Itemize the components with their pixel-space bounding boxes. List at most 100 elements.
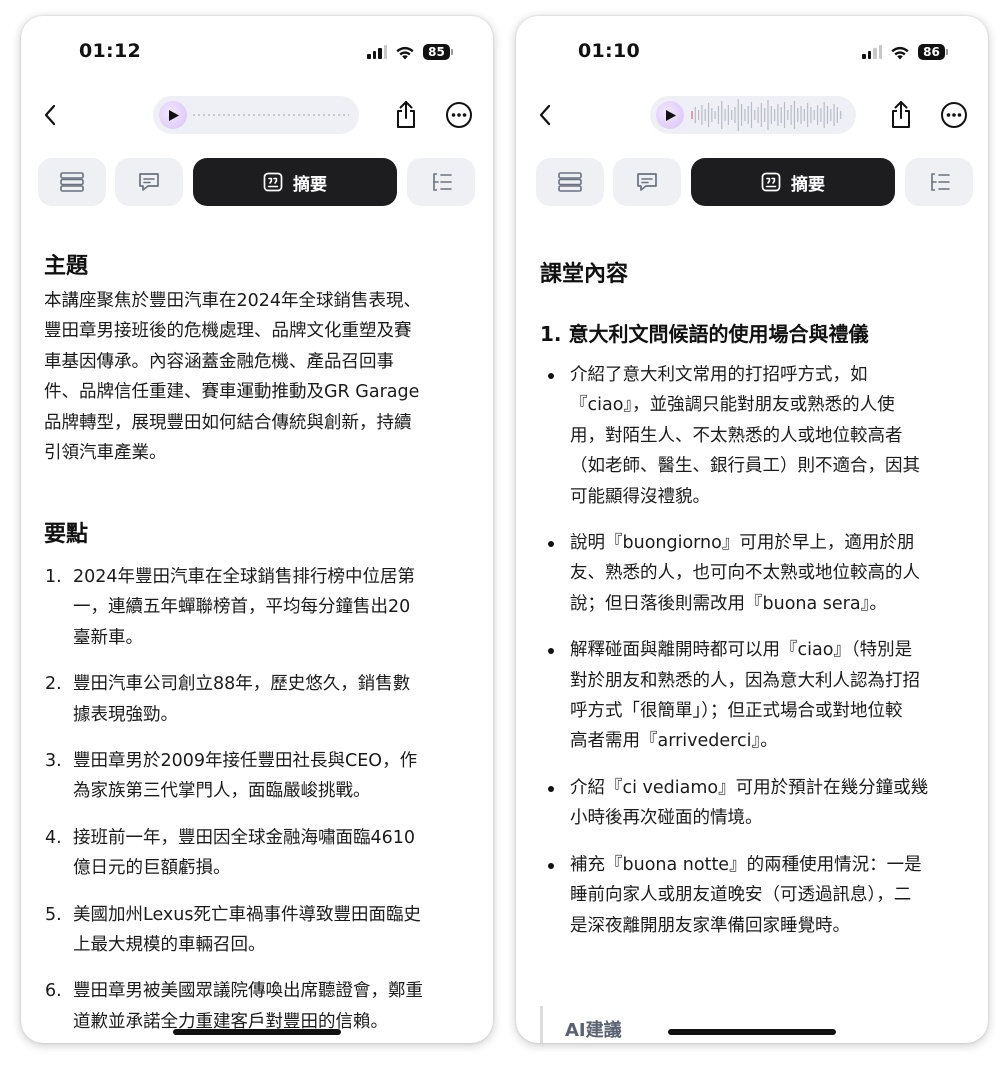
more-options-button[interactable] xyxy=(445,101,473,129)
tab-transcript-list[interactable] xyxy=(38,158,106,206)
play-icon xyxy=(666,109,676,121)
keypoints-list: 1. 2024年豐田汽車在全球銷售排行榜中位居第 一，連續五年蟬聯榜首，平均每分… xyxy=(45,562,477,1043)
list-item: 介紹『ci vediamo』可用於預計在幾分鐘或幾 小時後再次碰面的情境。 xyxy=(540,773,972,834)
back-button[interactable] xyxy=(35,100,65,130)
wifi-icon xyxy=(396,46,414,59)
status-icons: 85 xyxy=(367,44,453,60)
list-item-line: 補充『buona notte』的兩種使用情況：一是 xyxy=(570,854,922,875)
list-item: 2. 豐田汽車公司創立88年，歷史悠久，銷售數 據表現強勁。 xyxy=(45,669,477,730)
play-button[interactable] xyxy=(656,101,684,129)
list-item-line: 為家族第三代掌門人，面臨嚴峻挑戰。 xyxy=(73,781,371,802)
list-item-line: 是深夜離開朋友家準備回家睡覺時。 xyxy=(570,915,850,936)
quote-box-icon xyxy=(761,172,781,192)
status-icons: 86 xyxy=(862,44,948,60)
audio-waveform xyxy=(691,99,842,131)
battery-icon: 86 xyxy=(918,44,948,60)
list-item-line: 用，對陌生人、不太熟悉的人或地位較高者 xyxy=(570,425,903,446)
list-item-line: 睡前向家人或朋友道晚安（可透過訊息），二 xyxy=(570,885,912,906)
topic-line: 引領汽車產業。 xyxy=(44,443,167,464)
more-horizontal-icon xyxy=(446,102,472,128)
share-button[interactable] xyxy=(886,98,916,132)
view-tabs: 摘要 xyxy=(516,158,988,206)
battery-level: 86 xyxy=(918,44,945,60)
list-item-line: 介紹了意大利文常用的打招呼方式，如 xyxy=(570,365,868,385)
header-bar xyxy=(21,94,493,136)
list-item-line: 呼方式「很簡單」）；但正式場合或對地位較 xyxy=(570,701,903,722)
chevron-left-icon xyxy=(44,104,56,126)
list-item-line: 高者需用『arrivederci』。 xyxy=(570,731,778,752)
tab-summary[interactable]: 摘要 xyxy=(691,158,895,206)
cellular-signal-icon xyxy=(862,45,882,59)
battery-level: 85 xyxy=(423,44,450,60)
list-item-line: 接班前一年，豐田因全球金融海嘯面臨4610 xyxy=(73,827,416,848)
back-button[interactable] xyxy=(530,100,560,130)
topic-line: 本講座聚焦於豐田汽車在2024年全球銷售表現、 xyxy=(44,291,422,311)
bullet-dot xyxy=(548,785,554,792)
topic-line: 豐田章男接班後的危機處理、品牌文化重塑及賽 xyxy=(44,321,412,342)
home-indicator[interactable] xyxy=(668,1029,836,1035)
topic-line: 車基因傳承。內容涵蓋金融危機、產品召回事 xyxy=(44,351,394,372)
chat-bubble-icon xyxy=(139,173,159,191)
list-item-line: 說明『buongiorno』可用於早上，適用於朋 xyxy=(570,533,915,554)
content-bullet-list: 介紹了意大利文常用的打招呼方式，如 『ciao』，並強調只能對朋友或熟悉的人使 … xyxy=(540,360,972,957)
list-item: 介紹了意大利文常用的打招呼方式，如 『ciao』，並強調只能對朋友或熟悉的人使 … xyxy=(540,360,972,512)
tab-chat[interactable] xyxy=(115,158,183,206)
list-item-line: 臺新車。 xyxy=(73,627,143,648)
list-item-line: 豐田章男被美國眾議院傳喚出席聽證會，鄭重 xyxy=(73,981,423,1002)
list-item-line: （如老師、醫生、銀行員工）則不適合，因其 xyxy=(570,456,920,477)
outline-icon xyxy=(931,173,950,191)
section-heading: 課堂內容 xyxy=(540,262,629,287)
list-item-line: 介紹『ci vediamo』可用於預計在幾分鐘或幾 xyxy=(570,777,929,798)
play-button[interactable] xyxy=(159,101,187,129)
topic-paragraph: 本講座聚焦於豐田汽車在2024年全球銷售表現、 豐田章男接班後的危機處理、品牌文… xyxy=(44,286,476,468)
list-item-line: 對於朋友和熟悉的人，因為意大利人認為打招 xyxy=(570,670,920,691)
chevron-left-icon xyxy=(539,104,551,126)
header-bar xyxy=(516,94,988,136)
topic-line: 件、品牌信任重建、賽車運動推動及GR Garage xyxy=(44,382,420,403)
list-item-line: 『ciao』，並強調只能對朋友或熟悉的人使 xyxy=(570,395,895,416)
status-bar: 01:12 85 xyxy=(21,40,493,64)
list-item: 4. 接班前一年，豐田因全球金融海嘯面臨4610 億日元的巨額虧損。 xyxy=(45,823,477,884)
chat-bubble-icon xyxy=(637,173,657,191)
list-item: 補充『buona notte』的兩種使用情況：一是 睡前向家人或朋友道晚安（可透… xyxy=(540,850,972,941)
list-item-line: 據表現強勁。 xyxy=(73,704,178,725)
list-item-line: 上最大規模的車輛召回。 xyxy=(73,935,266,956)
tab-chat[interactable] xyxy=(613,158,681,206)
status-time: 01:12 xyxy=(79,40,141,62)
summary-content: 課堂內容 1. 意大利文問候語的使用場合與禮儀 介紹了意大利文常用的打招呼方式，… xyxy=(516,226,988,1043)
list-item-number: 2. xyxy=(45,674,62,695)
home-indicator[interactable] xyxy=(173,1029,341,1035)
tab-outline[interactable] xyxy=(905,158,973,206)
list-item: 1. 2024年豐田汽車在全球銷售排行榜中位居第 一，連續五年蟬聯榜首，平均每分… xyxy=(45,562,477,653)
summary-content: 主題 本講座聚焦於豐田汽車在2024年全球銷售表現、 豐田章男接班後的危機處理、… xyxy=(21,226,493,1043)
topic-heading: 主題 xyxy=(44,254,89,279)
battery-icon: 85 xyxy=(423,44,453,60)
audio-player[interactable] xyxy=(153,96,359,134)
list-item-line: 說；但日落後則需改用『buona sera』。 xyxy=(570,593,887,614)
bullet-dot xyxy=(548,862,554,869)
share-icon xyxy=(892,101,910,128)
wifi-icon xyxy=(891,46,909,59)
list-item-line: 友、熟悉的人，也可向不太熟或地位較高的人 xyxy=(570,563,920,584)
list-item-number: 6. xyxy=(45,981,62,1002)
audio-player[interactable] xyxy=(650,96,856,134)
list-item-line: 美國加州Lexus死亡車禍事件導致豐田面臨史 xyxy=(73,904,421,925)
more-options-button[interactable] xyxy=(940,101,968,129)
tab-summary-label: 摘要 xyxy=(293,174,327,195)
ai-suggestion-block: AI建議 xyxy=(540,1006,960,1043)
list-item-line: 豐田汽車公司創立88年，歷史悠久，銷售數 xyxy=(73,674,411,695)
phone-screen-right: 01:10 86 摘要 課堂內容 1. 意大利文問候語的使用場合與禮儀 介紹了意… xyxy=(516,16,988,1043)
tab-summary[interactable]: 摘要 xyxy=(193,158,397,206)
share-button[interactable] xyxy=(391,98,421,132)
bullet-dot xyxy=(548,541,554,548)
tab-summary-label: 摘要 xyxy=(791,174,825,195)
tab-outline[interactable] xyxy=(407,158,475,206)
status-bar: 01:10 86 xyxy=(516,40,988,64)
list-item: 說明『buongiorno』可用於早上，適用於朋 友、熟悉的人，也可向不太熟或地… xyxy=(540,528,972,619)
share-icon xyxy=(397,101,415,128)
list-item-number: 5. xyxy=(45,904,62,925)
tab-transcript-list[interactable] xyxy=(536,158,604,206)
play-icon xyxy=(169,109,179,121)
sub-heading: 1. 意大利文問候語的使用場合與禮儀 xyxy=(540,322,869,346)
list-item-line: 一，連續五年蟬聯榜首，平均每分鐘售出20 xyxy=(73,597,411,618)
